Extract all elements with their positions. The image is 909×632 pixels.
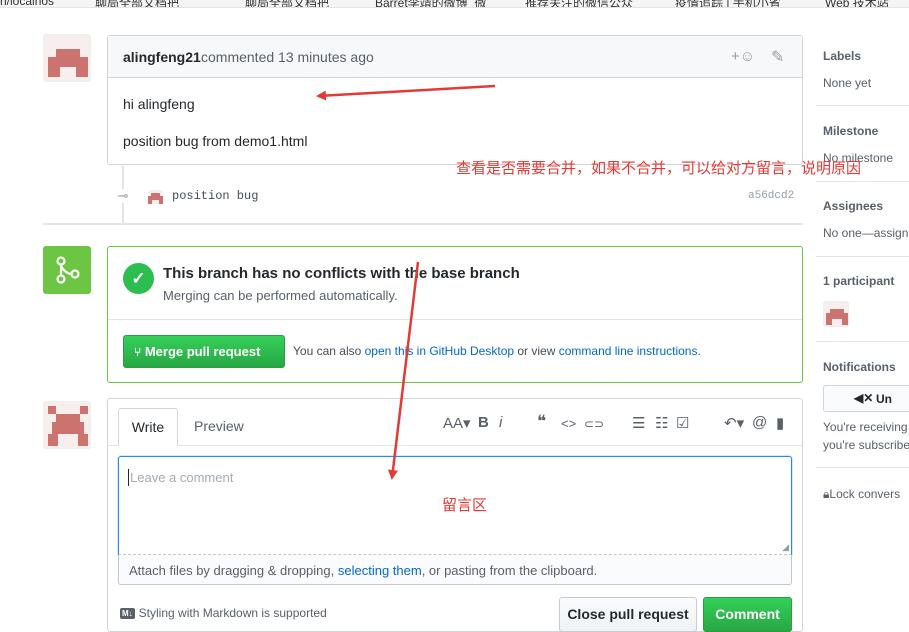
arrow-to-comment-area bbox=[387, 261, 420, 480]
annotation-comment-area: 留言区 bbox=[442, 497, 488, 514]
annotation-merge-note: 查看是否需要合并，如果不合并，可以给对方留言，说明原因 bbox=[456, 160, 862, 177]
arrow-to-comment bbox=[316, 84, 496, 101]
annotation-arrows bbox=[316, 84, 496, 480]
